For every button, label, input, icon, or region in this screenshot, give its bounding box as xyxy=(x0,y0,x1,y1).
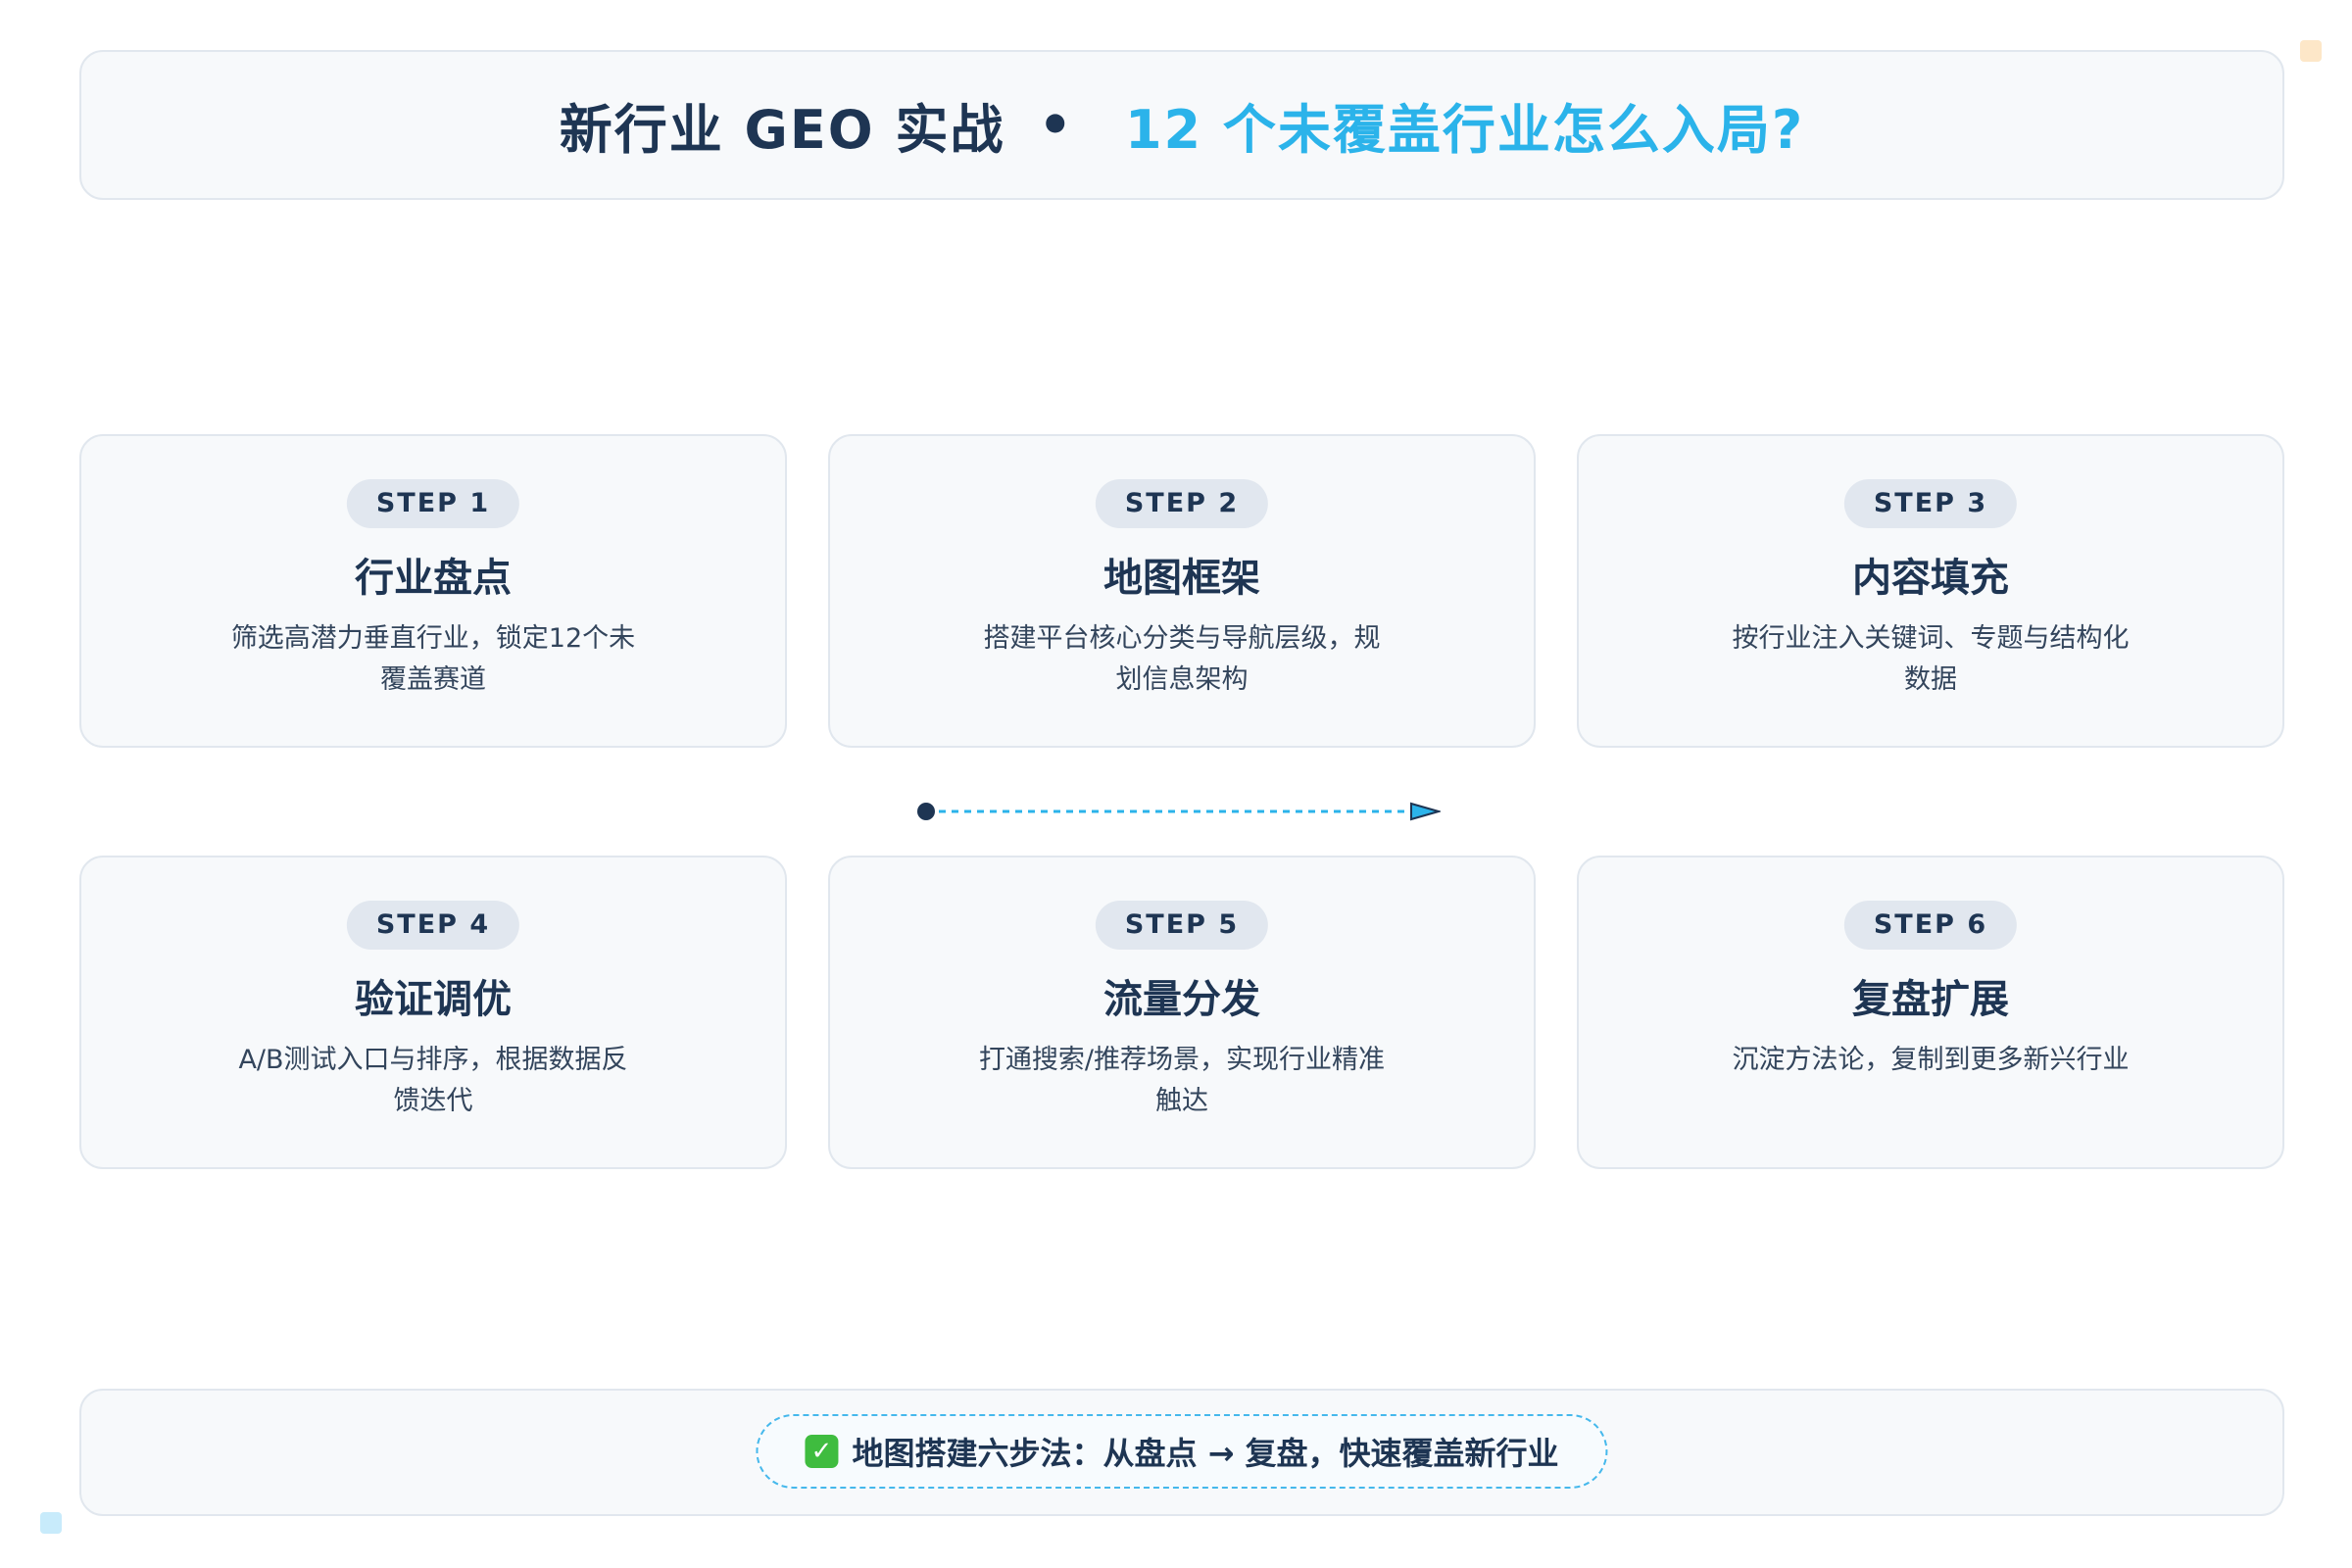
step-title: 流量分发 xyxy=(1103,977,1260,1022)
summary-banner: ✓ 地图搭建六步法：从盘点 → 复盘，快速覆盖新行业 xyxy=(79,1389,2284,1516)
step-title: 地图框架 xyxy=(1103,556,1260,601)
summary-pill: ✓ 地图搭建六步法：从盘点 → 复盘，快速覆盖新行业 xyxy=(756,1414,1608,1489)
page-title-banner: 新行业 GEO 实战 • 12 个未覆盖行业怎么入局? xyxy=(79,50,2284,200)
step-badge: STEP 5 xyxy=(1095,901,1269,950)
step-title: 复盘扩展 xyxy=(1852,977,2009,1022)
summary-text: 地图搭建六步法：从盘点 → 复盘，快速覆盖新行业 xyxy=(852,1435,1559,1472)
page-subtitle: 12 个未覆盖行业怎么入局? xyxy=(1124,99,1805,161)
connector-arrowhead-icon xyxy=(1410,802,1441,821)
step-card-4: STEP 4 验证调优 A/B测试入口与排序，根据数据反馈迭代 xyxy=(79,856,787,1169)
step-description: 打通搜索/推荐场景，实现行业精准触达 xyxy=(978,1045,1386,1116)
step-card-5: STEP 5 流量分发 打通搜索/推荐场景，实现行业精准触达 xyxy=(828,856,1536,1169)
decorative-square xyxy=(2300,40,2322,62)
step-badge: STEP 4 xyxy=(346,901,520,950)
step-card-3: STEP 3 内容填充 按行业注入关键词、专题与结构化数据 xyxy=(1577,434,2284,748)
step-card-6: STEP 6 复盘扩展 沉淀方法论，复制到更多新兴行业 xyxy=(1577,856,2284,1169)
step-title: 行业盘点 xyxy=(355,556,512,601)
step-description: A/B测试入口与排序，根据数据反馈迭代 xyxy=(238,1045,628,1116)
step-badge: STEP 6 xyxy=(1843,901,2018,950)
connector-start-dot xyxy=(917,803,935,820)
step-title: 验证调优 xyxy=(355,977,512,1022)
step-card-2: STEP 2 地图框架 搭建平台核心分类与导航层级，规划信息架构 xyxy=(828,434,1536,748)
step-card-1: STEP 1 行业盘点 筛选高潜力垂直行业，锁定12个未覆盖赛道 xyxy=(79,434,787,748)
step-badge: STEP 3 xyxy=(1843,479,2018,528)
decorative-square xyxy=(40,1512,62,1534)
step-badge: STEP 1 xyxy=(346,479,520,528)
flow-connector-arrow xyxy=(917,802,1441,821)
step-description: 按行业注入关键词、专题与结构化数据 xyxy=(1732,623,2130,695)
step-description: 搭建平台核心分类与导航层级，规划信息架构 xyxy=(983,623,1381,695)
step-description: 筛选高潜力垂直行业，锁定12个未覆盖赛道 xyxy=(230,623,636,695)
step-description: 沉淀方法论，复制到更多新兴行业 xyxy=(1732,1045,2130,1075)
step-badge: STEP 2 xyxy=(1095,479,1269,528)
title-separator: • xyxy=(1038,94,1074,156)
check-icon: ✓ xyxy=(805,1435,839,1468)
page-title: 新行业 GEO 实战 xyxy=(559,99,1005,161)
step-title: 内容填充 xyxy=(1852,556,2009,601)
